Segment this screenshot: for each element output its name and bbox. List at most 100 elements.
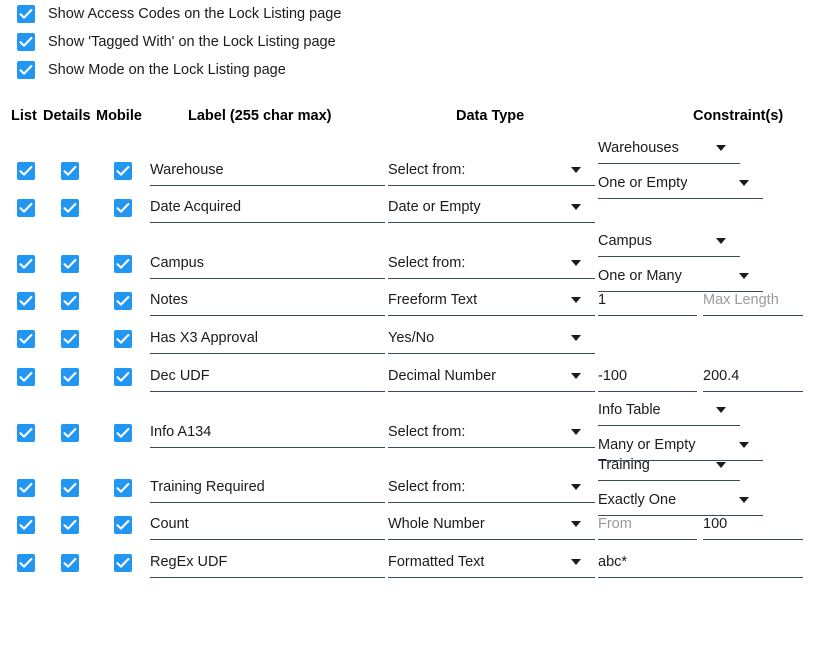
row-label-value: Warehouse [150, 161, 224, 178]
row-mobile-checkbox[interactable] [114, 330, 132, 348]
row-details-checkbox[interactable] [61, 255, 79, 273]
row-label-input[interactable]: Campus [150, 249, 385, 279]
row-label-value: Campus [150, 254, 204, 271]
display-option-row: Show 'Tagged With' on the Lock Listing p… [0, 28, 827, 56]
chevron-down-icon [571, 558, 581, 565]
row-label-input[interactable]: Dec UDF [150, 362, 385, 392]
row-details-checkbox[interactable] [61, 330, 79, 348]
row-label-input[interactable]: Date Acquired [150, 193, 385, 223]
row-details-checkbox[interactable] [61, 424, 79, 442]
row-list-checkbox[interactable] [17, 162, 35, 180]
udf-table: List Details Mobile Label (255 char max)… [0, 108, 827, 586]
row-label-input[interactable]: Count [150, 510, 385, 540]
row-data-type-value: Decimal Number [388, 367, 496, 384]
row-list-checkbox[interactable] [17, 199, 35, 217]
row-label-input[interactable]: RegEx UDF [150, 548, 385, 578]
chevron-down-icon [571, 166, 581, 173]
chevron-down-icon [716, 144, 726, 151]
row-constraint-min-input[interactable]: -100 [598, 362, 697, 392]
row-details-checkbox[interactable] [61, 554, 79, 572]
row-data-type-select[interactable]: Select from: [388, 473, 595, 503]
row-list-checkbox[interactable] [17, 479, 35, 497]
row-details-checkbox[interactable] [61, 516, 79, 534]
row-constraint-min-value: From [598, 515, 632, 532]
row-data-type-select[interactable]: Yes/No [388, 324, 595, 354]
row-constraint-source-value: Warehouses [598, 139, 679, 156]
row-constraint-source-select[interactable]: Info Table [598, 396, 740, 426]
display-option-checkbox[interactable] [17, 61, 35, 79]
row-details-checkbox[interactable] [61, 368, 79, 386]
row-list-checkbox[interactable] [17, 368, 35, 386]
row-constraint-source-select[interactable]: Training [598, 451, 740, 481]
row-list-checkbox[interactable] [17, 330, 35, 348]
row-list-checkbox[interactable] [17, 292, 35, 310]
row-list-checkbox[interactable] [17, 554, 35, 572]
row-details-checkbox[interactable] [61, 162, 79, 180]
row-constraint-pattern-input[interactable]: abc* [598, 548, 803, 578]
row-label-input[interactable]: Notes [150, 286, 385, 316]
row-constraint-source-select[interactable]: Campus [598, 227, 740, 257]
row-data-type-select[interactable]: Select from: [388, 418, 595, 448]
settings-page: Show Access Codes on the Lock Listing pa… [0, 0, 827, 665]
row-mobile-checkbox[interactable] [114, 516, 132, 534]
table-row: Count Whole Number From 100 [0, 510, 827, 548]
row-constraint-max-input[interactable]: 200.4 [703, 362, 803, 392]
row-label-input[interactable]: Training Required [150, 473, 385, 503]
row-data-type-value: Select from: [388, 478, 466, 495]
chevron-down-icon [571, 372, 581, 379]
table-row: Dec UDF Decimal Number -100 200.4 [0, 362, 827, 400]
row-data-type-value: Yes/No [388, 329, 435, 346]
chevron-down-icon [739, 272, 749, 279]
header-constraints: Constraint(s) [693, 108, 784, 124]
display-option-label: Show Mode on the Lock Listing page [48, 61, 286, 78]
header-mobile: Mobile [96, 108, 142, 124]
row-constraint-min-input[interactable]: 1 [598, 286, 697, 316]
row-data-type-select[interactable]: Select from: [388, 156, 595, 186]
row-label-value: Count [150, 515, 189, 532]
header-label: Label (255 char max) [188, 108, 332, 124]
row-mobile-checkbox[interactable] [114, 199, 132, 217]
display-option-checkbox[interactable] [17, 33, 35, 51]
row-details-checkbox[interactable] [61, 479, 79, 497]
row-mobile-checkbox[interactable] [114, 255, 132, 273]
row-mobile-checkbox[interactable] [114, 162, 132, 180]
row-label-value: Dec UDF [150, 367, 210, 384]
row-list-checkbox[interactable] [17, 424, 35, 442]
row-data-type-select[interactable]: Decimal Number [388, 362, 595, 392]
row-data-type-select[interactable]: Date or Empty [388, 193, 595, 223]
row-constraint-source-select[interactable]: Warehouses [598, 134, 740, 164]
row-constraint-max-value: 200.4 [703, 367, 740, 384]
row-mobile-checkbox[interactable] [114, 368, 132, 386]
row-list-checkbox[interactable] [17, 516, 35, 534]
table-row: Warehouse Select from: Warehouses One or Em… [0, 138, 827, 199]
row-label-input[interactable]: Warehouse [150, 156, 385, 186]
row-constraint-min-input[interactable]: From [598, 510, 697, 540]
chevron-down-icon [716, 461, 726, 468]
row-label-input[interactable]: Has X3 Approval [150, 324, 385, 354]
row-mobile-checkbox[interactable] [114, 479, 132, 497]
display-option-checkbox[interactable] [17, 5, 35, 23]
row-constraint-max-input[interactable]: 100 [703, 510, 803, 540]
row-details-checkbox[interactable] [61, 292, 79, 310]
row-label-value: Training Required [150, 478, 265, 495]
row-data-type-select[interactable]: Freeform Text [388, 286, 595, 316]
row-data-type-select[interactable]: Whole Number [388, 510, 595, 540]
row-data-type-select[interactable]: Select from: [388, 249, 595, 279]
row-label-input[interactable]: Info A134 [150, 418, 385, 448]
row-mobile-checkbox[interactable] [114, 292, 132, 310]
table-row: Has X3 Approval Yes/No [0, 324, 827, 362]
chevron-down-icon [739, 179, 749, 186]
display-options-group: Show Access Codes on the Lock Listing pa… [0, 0, 827, 84]
chevron-down-icon [571, 259, 581, 266]
row-mobile-checkbox[interactable] [114, 424, 132, 442]
chevron-down-icon [739, 496, 749, 503]
chevron-down-icon [571, 428, 581, 435]
row-label-value: Date Acquired [150, 198, 242, 215]
row-data-type-select[interactable]: Formatted Text [388, 548, 595, 578]
row-list-checkbox[interactable] [17, 255, 35, 273]
row-mobile-checkbox[interactable] [114, 554, 132, 572]
table-row: Info A134 Select from: Info Table Many or E… [0, 400, 827, 461]
row-constraint-max-input[interactable]: Max Length [703, 286, 803, 316]
table-row: Date Acquired Date or Empty [0, 193, 827, 231]
row-details-checkbox[interactable] [61, 199, 79, 217]
